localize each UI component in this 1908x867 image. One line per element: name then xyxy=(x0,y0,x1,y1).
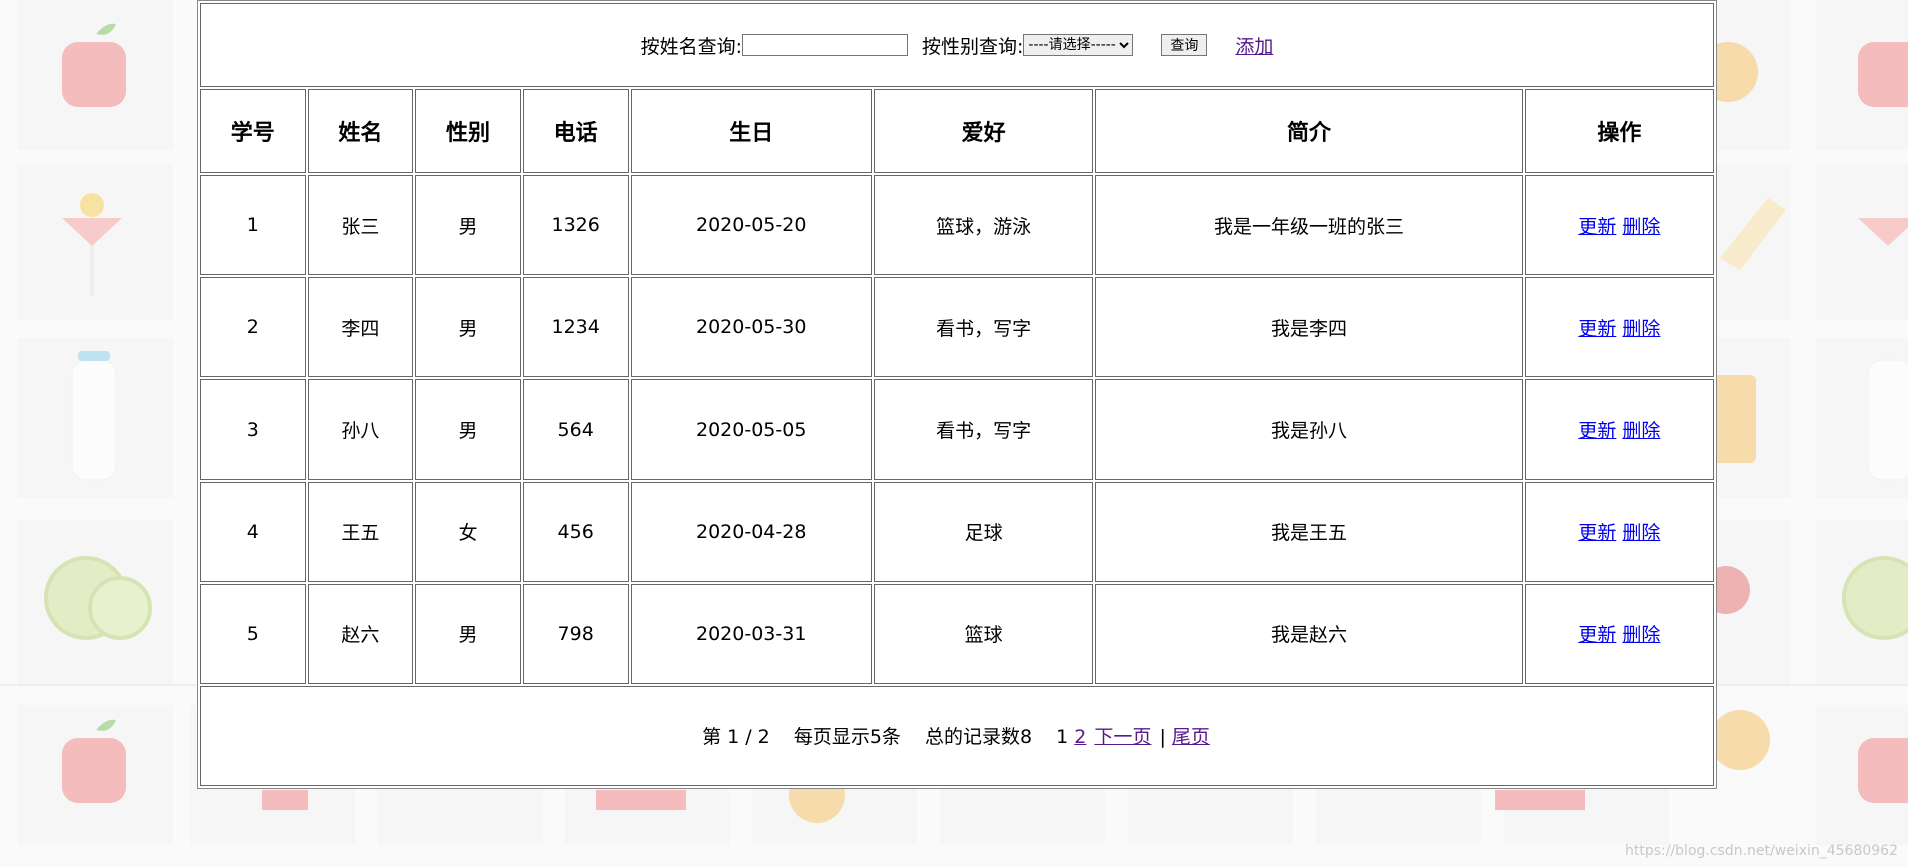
search-row: 按姓名查询: 按性别查询: ----请选择----- 查询 添加 xyxy=(200,3,1714,88)
cell-phone: 456 xyxy=(522,481,629,582)
last-page-link[interactable]: 尾页 xyxy=(1172,726,1210,748)
update-link[interactable]: 更新 xyxy=(1578,216,1616,238)
cell-actions: 更新 删除 xyxy=(1524,379,1714,480)
update-link[interactable]: 更新 xyxy=(1578,624,1616,646)
cell-gender: 男 xyxy=(415,379,521,480)
cell-actions: 更新 删除 xyxy=(1524,583,1714,684)
cell-id: 4 xyxy=(200,481,306,582)
update-link[interactable]: 更新 xyxy=(1578,522,1616,544)
name-search-label: 按姓名查询: xyxy=(640,35,742,58)
cell-id: 2 xyxy=(200,277,306,378)
apple-icon xyxy=(18,0,173,150)
delete-link[interactable]: 删除 xyxy=(1622,624,1660,646)
page-info: 第 1 / 2 xyxy=(702,726,770,749)
column-header-phone: 电话 xyxy=(522,89,629,174)
delete-link[interactable]: 删除 xyxy=(1622,420,1660,442)
cell-intro: 我是一年级一班的张三 xyxy=(1095,175,1523,276)
cell-hobby: 足球 xyxy=(873,481,1094,582)
cell-gender: 男 xyxy=(415,277,521,378)
column-header-actions: 操作 xyxy=(1524,89,1714,174)
column-header-hobby: 爱好 xyxy=(873,89,1094,174)
pager-row: 第 1 / 2 每页显示5条 总的记录数8 1 2 下一页 | 尾页 xyxy=(200,685,1714,786)
column-header-gender: 性别 xyxy=(415,89,521,174)
cocktail-icon xyxy=(18,165,173,320)
gender-select[interactable]: ----请选择----- xyxy=(1023,34,1134,57)
update-link[interactable]: 更新 xyxy=(1578,420,1616,442)
milk-bottle-icon xyxy=(18,338,173,498)
cell-birthday: 2020-05-20 xyxy=(630,175,872,276)
table-header-row: 学号 姓名 性别 电话 生日 爱好 简介 操作 xyxy=(200,89,1714,174)
cell-hobby: 篮球 xyxy=(873,583,1094,684)
cell-name: 李四 xyxy=(307,277,414,378)
pagination: 第 1 / 2 每页显示5条 总的记录数8 1 2 下一页 | 尾页 xyxy=(200,685,1714,786)
table-row: 1 张三 男 1326 2020-05-20 篮球，游泳 我是一年级一班的张三 … xyxy=(200,175,1714,276)
cell-birthday: 2020-04-28 xyxy=(630,481,872,582)
cell-hobby: 篮球，游泳 xyxy=(873,175,1094,276)
delete-link[interactable]: 删除 xyxy=(1622,216,1660,238)
cell-phone: 564 xyxy=(522,379,629,480)
cell-name: 孙八 xyxy=(307,379,414,480)
cell-name: 赵六 xyxy=(307,583,414,684)
apple-icon xyxy=(1816,0,1908,150)
query-button[interactable]: 查询 xyxy=(1161,34,1208,57)
cell-id: 5 xyxy=(200,583,306,684)
cell-intro: 我是王五 xyxy=(1095,481,1523,582)
cell-intro: 我是赵六 xyxy=(1095,583,1523,684)
cell-name: 王五 xyxy=(307,481,414,582)
current-page-number: 1 xyxy=(1056,726,1069,749)
page-size-info: 每页显示5条 xyxy=(793,726,901,749)
column-header-intro: 简介 xyxy=(1095,89,1523,174)
cell-actions: 更新 删除 xyxy=(1524,481,1714,582)
name-search-input[interactable] xyxy=(741,34,908,57)
delete-link[interactable]: 删除 xyxy=(1622,522,1660,544)
column-header-id: 学号 xyxy=(200,89,306,174)
cell-actions: 更新 删除 xyxy=(1524,277,1714,378)
cell-intro: 我是孙八 xyxy=(1095,379,1523,480)
table-row: 4 王五 女 456 2020-04-28 足球 我是王五 更新 删除 xyxy=(200,481,1714,582)
pager-separator: | xyxy=(1159,726,1166,749)
table-row: 5 赵六 男 798 2020-03-31 篮球 我是赵六 更新 删除 xyxy=(200,583,1714,684)
cell-id: 1 xyxy=(200,175,306,276)
cell-id: 3 xyxy=(200,379,306,480)
table-row: 3 孙八 男 564 2020-05-05 看书，写字 我是孙八 更新 删除 xyxy=(200,379,1714,480)
cell-gender: 男 xyxy=(415,583,521,684)
delete-link[interactable]: 删除 xyxy=(1622,318,1660,340)
cell-hobby: 看书，写字 xyxy=(873,277,1094,378)
cell-name: 张三 xyxy=(307,175,414,276)
update-link[interactable]: 更新 xyxy=(1578,318,1616,340)
cell-intro: 我是李四 xyxy=(1095,277,1523,378)
cell-phone: 1326 xyxy=(522,175,629,276)
cell-birthday: 2020-05-05 xyxy=(630,379,872,480)
cell-birthday: 2020-03-31 xyxy=(630,583,872,684)
student-panel: 按姓名查询: 按性别查询: ----请选择----- 查询 添加 学号 姓名 性… xyxy=(197,0,1717,789)
total-records-info: 总的记录数8 xyxy=(924,726,1033,749)
table-row: 2 李四 男 1234 2020-05-30 看书，写字 我是李四 更新 删除 xyxy=(200,277,1714,378)
cell-phone: 798 xyxy=(522,583,629,684)
cell-hobby: 看书，写字 xyxy=(873,379,1094,480)
cell-gender: 女 xyxy=(415,481,521,582)
column-header-name: 姓名 xyxy=(307,89,414,174)
add-link[interactable]: 添加 xyxy=(1235,32,1273,59)
apple-icon xyxy=(18,705,173,845)
gender-search-label: 按性别查询: xyxy=(921,35,1024,58)
page-2-link[interactable]: 2 xyxy=(1074,726,1086,748)
kiwi-icon xyxy=(18,520,173,685)
watermark-url: https://blog.csdn.net/weixin_45680962 xyxy=(1624,843,1898,859)
search-bar: 按姓名查询: 按性别查询: ----请选择----- 查询 添加 xyxy=(200,3,1714,88)
cell-gender: 男 xyxy=(415,175,521,276)
cell-phone: 1234 xyxy=(522,277,629,378)
next-page-link[interactable]: 下一页 xyxy=(1094,726,1151,748)
cell-birthday: 2020-05-30 xyxy=(630,277,872,378)
cell-actions: 更新 删除 xyxy=(1524,175,1714,276)
column-header-birthday: 生日 xyxy=(630,89,872,174)
student-table: 按姓名查询: 按性别查询: ----请选择----- 查询 添加 学号 姓名 性… xyxy=(198,1,1716,788)
